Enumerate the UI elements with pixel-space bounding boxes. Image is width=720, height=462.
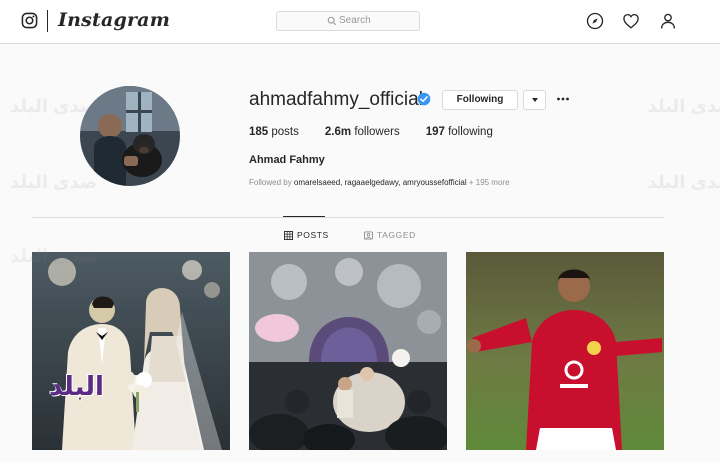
tag-icon xyxy=(364,230,373,240)
followed-by-more[interactable]: + 195 more xyxy=(469,178,510,187)
followers-label: followers xyxy=(354,126,400,138)
avatar-photo xyxy=(80,86,180,186)
nav-divider xyxy=(47,10,48,32)
profile-username: ahmadfahmy_official xyxy=(249,89,423,110)
post-thumbnail[interactable] xyxy=(249,252,447,450)
instagram-wordmark[interactable]: Instagram xyxy=(58,9,170,31)
post-thumbnail[interactable] xyxy=(466,252,664,450)
posts-label: posts xyxy=(271,126,299,138)
followed-by-names[interactable]: omarelsaeed, ragaaelgedawy, amryoussefof… xyxy=(294,178,467,187)
search-placeholder: Search xyxy=(339,15,371,26)
profile-full-name: Ahmad Fahmy xyxy=(249,154,325,166)
followers-count: 2.6m xyxy=(324,126,352,138)
following-label: following xyxy=(448,126,493,138)
search-input[interactable]: Search xyxy=(276,11,420,31)
post-thumbnail[interactable] xyxy=(32,252,230,450)
heart-activity-icon[interactable] xyxy=(622,12,640,30)
tab-posts[interactable]: POSTS xyxy=(284,230,329,240)
wedding-couple-photo xyxy=(32,252,230,450)
profile-avatar[interactable] xyxy=(80,86,180,186)
following-button[interactable]: Following xyxy=(442,90,518,110)
grid-icon xyxy=(284,230,293,240)
more-options-icon[interactable] xyxy=(556,92,570,106)
followed-by-line[interactable]: Followed by omarelsaeed, ragaaelgedawy, … xyxy=(249,178,510,187)
verified-badge-icon xyxy=(417,92,431,106)
followers-stat[interactable]: 2.6m followers xyxy=(325,126,400,138)
chevron-down-icon xyxy=(532,98,538,102)
profile-stats: 185 posts 2.6m followers 197 following xyxy=(249,126,519,138)
search-icon xyxy=(327,16,337,26)
follow-options-dropdown[interactable] xyxy=(523,90,546,110)
followed-by-prefix: Followed by xyxy=(249,178,292,187)
instagram-camera-icon[interactable] xyxy=(21,12,38,29)
following-stat[interactable]: 197 following xyxy=(426,126,493,138)
football-player-photo xyxy=(466,252,664,450)
active-tab-indicator xyxy=(283,216,325,217)
tab-posts-label: POSTS xyxy=(297,230,329,240)
wedding-stage-photo xyxy=(249,252,447,450)
compass-explore-icon[interactable] xyxy=(586,12,604,30)
profile-person-icon[interactable] xyxy=(659,12,677,30)
top-navigation-bar: Instagram Search xyxy=(0,0,720,44)
tabs-divider xyxy=(32,217,664,218)
posts-count: 185 xyxy=(249,126,269,138)
tab-tagged[interactable]: TAGGED xyxy=(364,230,416,240)
watermark-logo: البلد xyxy=(49,372,104,402)
tab-tagged-label: TAGGED xyxy=(377,230,416,240)
following-count: 197 xyxy=(425,126,445,138)
posts-stat: 185 posts xyxy=(249,126,299,138)
